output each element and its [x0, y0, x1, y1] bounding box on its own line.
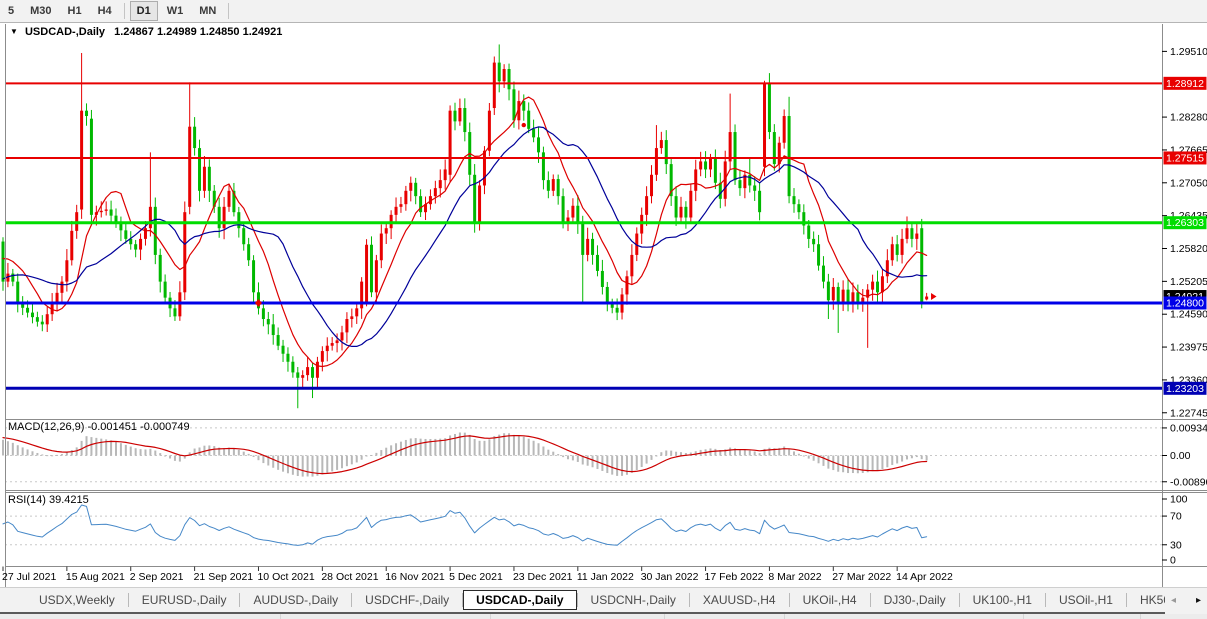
rsi-line [3, 505, 927, 545]
svg-text:1.22745: 1.22745 [1170, 407, 1207, 419]
svg-text:1.29510: 1.29510 [1170, 46, 1207, 58]
rsi-indicator-label: RSI(14) 39.4215 [8, 494, 89, 506]
symbol-tab-bar: USDX,WeeklyEURUSD-,DailyAUDUSD-,DailyUSD… [0, 587, 1207, 614]
tab-audusd-daily[interactable]: AUDUSD-,Daily [240, 590, 351, 610]
trading-terminal: 5M30H1H4D1W1MN 1.295101.282801.276651.27… [0, 0, 1207, 619]
svg-text:100: 100 [1170, 494, 1188, 506]
svg-text:1.24590: 1.24590 [1170, 309, 1207, 321]
chart-title: ▼ USDCAD-,Daily 1.24867 1.24989 1.24850 … [10, 26, 282, 38]
svg-text:1.27050: 1.27050 [1170, 177, 1207, 189]
svg-text:1.23203: 1.23203 [1166, 383, 1204, 395]
candlestick-series [2, 44, 929, 408]
tab-scroll-left-icon[interactable]: ◂ [1171, 596, 1176, 606]
tab-xauusd-h4[interactable]: XAUUSD-,H4 [690, 590, 789, 610]
tab-usoil-h1[interactable]: USOil-,H1 [1046, 590, 1126, 610]
svg-text:30: 30 [1170, 539, 1182, 551]
indicator-axes: 0.009345 0.00 -0.008902 100 70 30 0 [1162, 422, 1207, 566]
svg-text:27 Jul 2021: 27 Jul 2021 [2, 571, 56, 583]
svg-text:-0.008902: -0.008902 [1170, 476, 1207, 488]
tab-usdx-weekly[interactable]: USDX,Weekly [26, 590, 128, 610]
svg-text:0: 0 [1170, 555, 1176, 567]
trade-markers [255, 123, 937, 307]
chart-canvas[interactable]: 1.295101.282801.276651.270501.264351.258… [0, 0, 1207, 619]
svg-text:70: 70 [1170, 511, 1182, 523]
tab-ukoil-h4[interactable]: UKOil-,H4 [790, 590, 870, 610]
tab-usdcnh-daily[interactable]: USDCNH-,Daily [578, 590, 689, 610]
svg-text:8 Mar 2022: 8 Mar 2022 [768, 571, 821, 583]
svg-text:0.00: 0.00 [1170, 450, 1191, 462]
svg-text:21 Sep 2021: 21 Sep 2021 [194, 571, 254, 583]
svg-text:15 Aug 2021: 15 Aug 2021 [66, 571, 125, 583]
svg-text:28 Oct 2021: 28 Oct 2021 [321, 571, 378, 583]
tab-dj30-daily[interactable]: DJ30-,Daily [871, 590, 959, 610]
indicator-gridlines [5, 428, 1162, 545]
svg-text:1.28280: 1.28280 [1170, 112, 1207, 124]
tab-scroll-controls: ◂ ▸ [1165, 587, 1207, 614]
macd-indicator-label: MACD(12,26,9) -0.001451 -0.000749 [8, 421, 190, 433]
collapse-triangle-icon[interactable]: ▼ [10, 27, 18, 36]
tab-uk100-h1[interactable]: UK100-,H1 [960, 590, 1045, 610]
tab-eurusd-daily[interactable]: EURUSD-,Daily [129, 590, 240, 610]
macd-histogram [2, 432, 928, 476]
svg-text:14 Apr 2022: 14 Apr 2022 [896, 571, 953, 583]
svg-text:23 Dec 2021: 23 Dec 2021 [513, 571, 573, 583]
svg-text:1.27515: 1.27515 [1166, 152, 1204, 164]
tab-scroll-right-icon[interactable]: ▸ [1196, 596, 1201, 606]
chart-ohlc-values: 1.24867 1.24989 1.24850 1.24921 [114, 26, 282, 38]
tab-usdchf-daily[interactable]: USDCHF-,Daily [352, 590, 462, 610]
price-axis: 1.295101.282801.276651.270501.264351.258… [1162, 46, 1207, 419]
svg-text:1.25205: 1.25205 [1170, 276, 1207, 288]
status-bar [0, 614, 1207, 619]
svg-text:1.26303: 1.26303 [1166, 217, 1204, 229]
svg-text:5 Dec 2021: 5 Dec 2021 [449, 571, 503, 583]
svg-text:10 Oct 2021: 10 Oct 2021 [257, 571, 314, 583]
svg-text:17 Feb 2022: 17 Feb 2022 [705, 571, 764, 583]
panel-borders [5, 24, 1207, 587]
svg-text:1.28912: 1.28912 [1166, 78, 1204, 90]
svg-text:1.23975: 1.23975 [1170, 342, 1207, 354]
svg-text:2 Sep 2021: 2 Sep 2021 [130, 571, 184, 583]
svg-text:1.24800: 1.24800 [1166, 297, 1204, 309]
date-axis: 27 Jul 2021 15 Aug 2021 2 Sep 2021 21 Sep 2… [2, 567, 953, 584]
svg-text:30 Jan 2022: 30 Jan 2022 [641, 571, 699, 583]
chart-symbol: USDCAD-,Daily [25, 26, 105, 38]
tab-usdcad-daily[interactable]: USDCAD-,Daily [463, 590, 576, 610]
svg-text:11 Jan 2022: 11 Jan 2022 [577, 571, 634, 583]
svg-text:0.009345: 0.009345 [1170, 422, 1207, 434]
svg-text:16 Nov 2021: 16 Nov 2021 [385, 571, 445, 583]
svg-text:27 Mar 2022: 27 Mar 2022 [832, 571, 891, 583]
svg-text:1.25820: 1.25820 [1170, 243, 1207, 255]
